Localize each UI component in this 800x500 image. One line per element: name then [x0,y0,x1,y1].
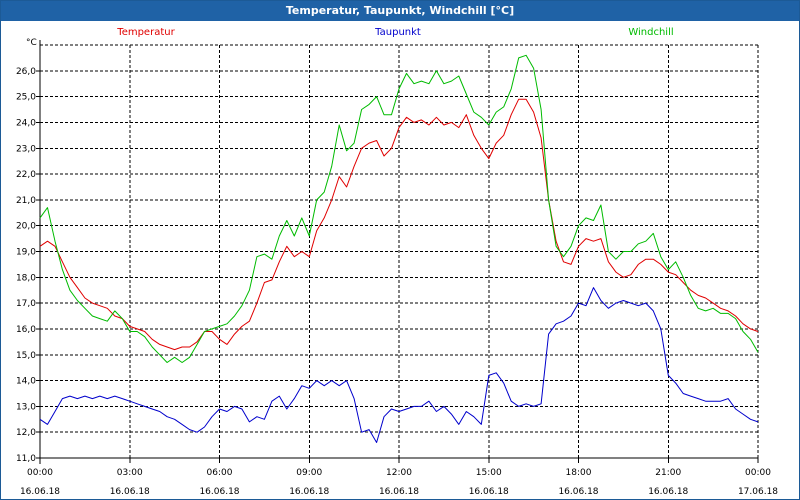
x-tick-label: 15:00 [476,468,502,478]
y-tick-label: 20,0 [16,222,36,232]
x-tick-label: 12:00 [386,468,412,478]
x-tick-label: 09:00 [296,468,322,478]
y-tick-label: 11,0 [16,454,36,464]
x-date-label: 17.06.18 [738,487,778,497]
chart: 11,0 12,0 13,0 14,0 15,0 16,0 17,0 18,0 19,0 20,0… [16,27,778,497]
y-tick-label: 25,0 [16,93,36,103]
x-tick-label: 06:00 [207,468,233,478]
x-tick-label: 21:00 [655,468,681,478]
y-tick-label: 26,0 [16,67,36,77]
y-tick-label: 21,0 [16,196,36,206]
x-date-label: 16.06.18 [199,487,239,497]
x-date-label: 16.06.18 [289,487,329,497]
y-tick-label: 22,0 [16,170,36,180]
x-date-label: 16.06.18 [20,487,60,497]
y-tick-label: 24,0 [16,118,36,128]
y-tick-label: 17,0 [16,299,36,309]
x-date-label: 16.06.18 [558,487,598,497]
y-tick-label: 15,0 [16,351,36,361]
x-date-label: 16.06.18 [648,487,688,497]
chart-window: Temperatur, Taupunkt, Windchill [°C] 11,… [0,0,800,500]
legend-item-temperatur: Temperatur [116,27,175,38]
x-tick-label: 00:00 [745,468,771,478]
y-tick-label: 18,0 [16,273,36,283]
x-date-label: 16.06.18 [110,487,150,497]
y-tick-label: 14,0 [16,377,36,387]
x-date-label: 16.06.18 [379,487,419,497]
y-tick-label: 19,0 [16,248,36,258]
legend-item-taupunkt: Taupunkt [374,27,421,38]
x-date-label: 16.06.18 [469,487,509,497]
y-axis-label: °C [26,38,37,48]
y-tick-label: 23,0 [16,144,36,154]
x-tick-label: 03:00 [117,468,143,478]
y-tick-label: 16,0 [16,325,36,335]
y-tick-label: 13,0 [16,402,36,412]
y-tick-label: 12,0 [16,428,36,438]
legend-item-windchill: Windchill [628,27,673,38]
x-tick-label: 00:00 [27,468,53,478]
x-tick-label: 18:00 [566,468,592,478]
